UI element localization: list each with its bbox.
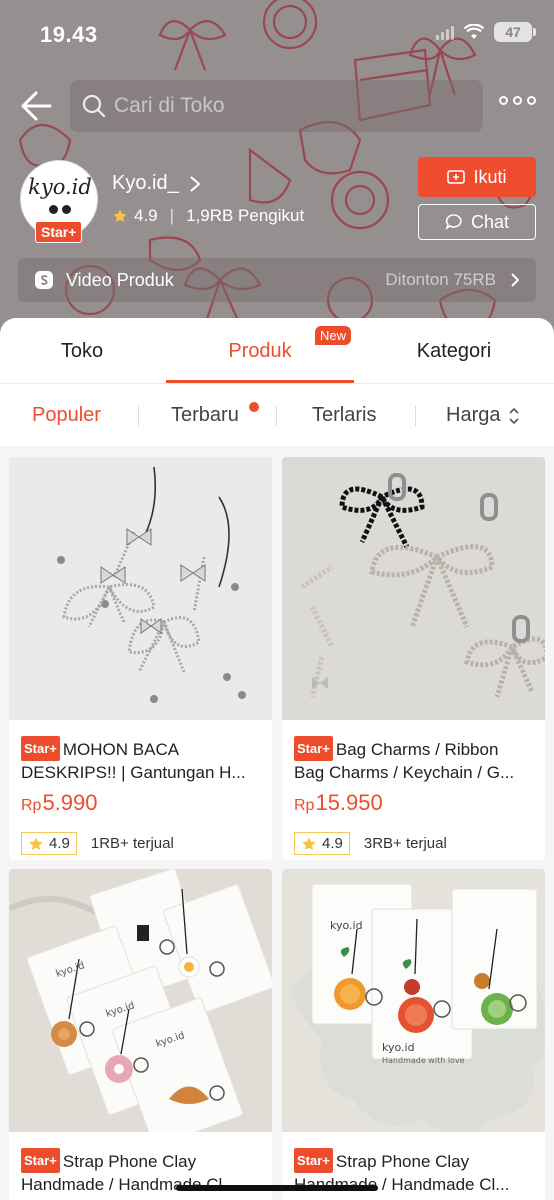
shopee-video-icon (35, 271, 53, 289)
chat-button[interactable]: Chat (418, 204, 536, 240)
follow-button[interactable]: Ikuti (418, 157, 536, 197)
svg-text:Handmade with love: Handmade with love (382, 1056, 465, 1065)
product-price: Rp15.950 (294, 790, 383, 815)
shop-logo-text: kyo.id (28, 175, 92, 199)
sort-updown-icon (509, 407, 520, 424)
chevron-right-icon (190, 175, 201, 192)
product-sold-count: 1RB+ terjual (90, 835, 174, 852)
product-card[interactable]: Star+ Bag Charms / Ribbon Bag Charms / Ke… (282, 457, 545, 860)
product-image (282, 457, 545, 720)
shop-rating: 4.9 (134, 206, 158, 225)
new-dot-indicator (249, 402, 259, 412)
svg-text:kyo.id: kyo.id (330, 919, 363, 932)
sort-populer[interactable]: Populer (32, 404, 101, 427)
product-image: kyo.id kyo.id Handmade with love (282, 869, 545, 1132)
sort-terlaris[interactable]: Terlaris (312, 404, 376, 427)
product-card[interactable]: kyo.id kyo.id kyo.id Star+ Strap Phone Cl… (9, 869, 272, 1200)
shop-search-input[interactable]: Cari di Toko (70, 80, 483, 132)
wifi-icon (464, 24, 484, 39)
product-card[interactable]: Star+ MOHON BACA DESKRIPS!! | Gantungan H… (9, 457, 272, 860)
tab-toko[interactable]: Toko (22, 318, 142, 384)
shop-tabs: Toko Produk Kategori (0, 318, 554, 384)
video-bar-title: Video Produk (66, 269, 174, 290)
product-image: kyo.id kyo.id kyo.id (9, 869, 272, 1132)
video-products-bar[interactable]: Video Produk Ditonton 75RB (18, 258, 536, 302)
sort-terbaru[interactable]: Terbaru (171, 404, 239, 427)
product-title: Star+ MOHON BACA DESKRIPS!! | Gantungan H… (21, 736, 260, 782)
status-time: 19.43 (40, 22, 98, 47)
product-title: Star+ Bag Charms / Ribbon Bag Charms / Ke… (294, 736, 533, 782)
star-icon (302, 836, 316, 850)
shop-name[interactable]: Kyo.id_ (112, 172, 201, 195)
product-price: Rp5.990 (21, 790, 98, 815)
new-badge: New (315, 326, 352, 345)
video-bar-views: Ditonton 75RB (385, 270, 496, 289)
active-tab-indicator (166, 380, 354, 383)
product-sold-count: 3RB+ terjual (363, 835, 447, 852)
shop-header: 19.43 47 Cari di Toko kyo.id Star+ Kyo.i… (0, 0, 554, 340)
star-icon (113, 209, 127, 223)
status-bar: 19.43 47 (0, 0, 554, 64)
tab-kategori[interactable]: Kategori (384, 318, 524, 384)
star-plus-badge: Star+ (21, 1148, 60, 1173)
star-plus-badge: Star+ (35, 221, 83, 243)
star-plus-badge: Star+ (21, 736, 60, 761)
star-plus-badge: Star+ (294, 1148, 333, 1173)
shop-stats: 4.9 | 1,9RB Pengikut (112, 206, 304, 226)
back-button[interactable] (18, 88, 58, 128)
chevron-right-icon (511, 273, 520, 287)
search-icon (82, 94, 106, 118)
product-rating: 4.9 (21, 832, 77, 855)
star-icon (29, 836, 43, 850)
chat-icon (445, 214, 462, 230)
ticket-plus-icon (447, 170, 466, 184)
signal-icon (436, 24, 454, 40)
star-plus-badge: Star+ (294, 736, 333, 761)
more-options-icon[interactable] (499, 96, 536, 105)
arrow-left-icon (21, 91, 52, 121)
product-rating: 4.9 (294, 832, 350, 855)
shop-followers: 1,9RB Pengikut (186, 206, 305, 225)
product-card[interactable]: kyo.id kyo.id Handmade with love Star+ St… (282, 869, 545, 1200)
search-placeholder: Cari di Toko (114, 94, 225, 117)
svg-text:kyo.id: kyo.id (382, 1041, 415, 1054)
battery-icon: 47 (494, 22, 536, 42)
sort-harga[interactable]: Harga (446, 404, 520, 427)
product-image (9, 457, 272, 720)
home-indicator[interactable] (176, 1185, 378, 1191)
